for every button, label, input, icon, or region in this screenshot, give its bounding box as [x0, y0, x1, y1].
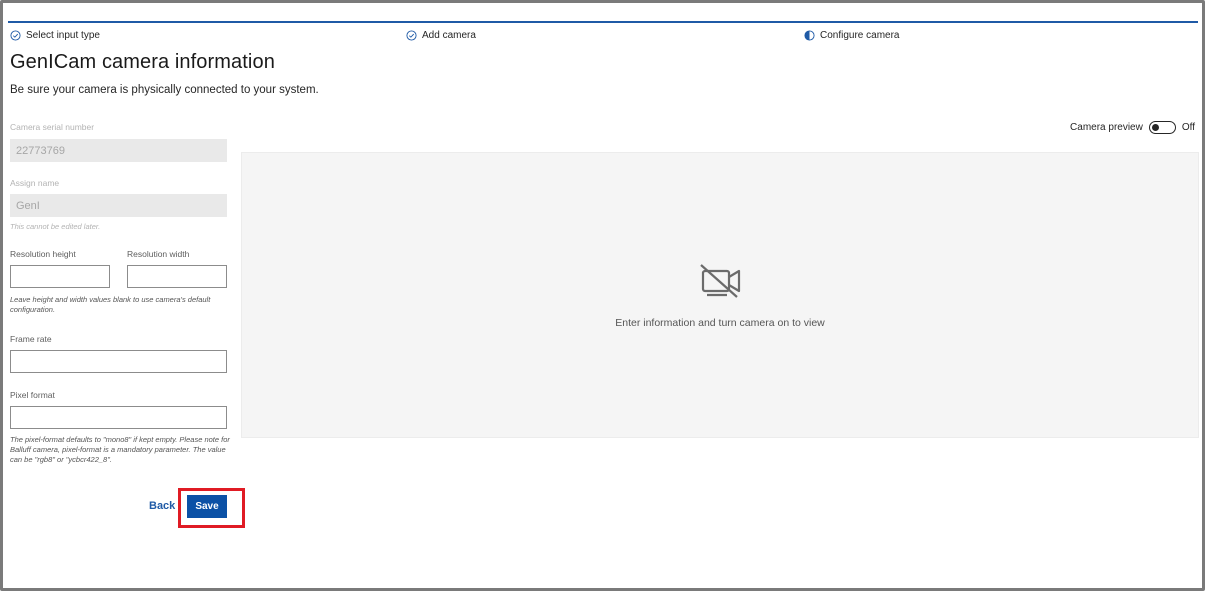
- step-label: Add camera: [422, 30, 476, 41]
- camera-preview-toggle[interactable]: [1148, 121, 1176, 134]
- check-circle-icon: [10, 30, 21, 41]
- serial-number-input: [10, 139, 227, 162]
- stepper-progress-line: [8, 21, 1198, 23]
- pixel-format-label: Pixel format: [10, 390, 55, 400]
- serial-number-label: Camera serial number: [10, 122, 95, 132]
- camera-preview-label: Camera preview: [1070, 122, 1143, 133]
- step-select-input-type[interactable]: Select input type: [10, 30, 100, 41]
- assign-name-label: Assign name: [10, 178, 60, 188]
- resolution-hint: Leave height and width values blank to u…: [10, 295, 211, 314]
- assign-name-input: [10, 194, 227, 217]
- save-button[interactable]: Save: [187, 495, 227, 518]
- step-label: Select input type: [26, 30, 100, 41]
- frame-rate-input[interactable]: [10, 350, 227, 373]
- resolution-height-input[interactable]: [10, 265, 110, 288]
- resolution-width-input[interactable]: [127, 265, 227, 288]
- preview-message: Enter information and turn camera on to …: [615, 317, 825, 329]
- pixel-format-hint: The pixel-format defaults to "mono8" if …: [10, 435, 230, 464]
- half-circle-icon: [804, 30, 815, 41]
- resolution-width-label: Resolution width: [127, 249, 190, 259]
- step-label: Configure camera: [820, 30, 900, 41]
- step-add-camera[interactable]: Add camera: [406, 30, 476, 41]
- camera-off-icon: [700, 264, 741, 298]
- back-link[interactable]: Back: [149, 500, 175, 512]
- toggle-knob: [1151, 123, 1159, 131]
- camera-preview-state: Off: [1181, 122, 1195, 133]
- resolution-height-label: Resolution height: [10, 249, 76, 259]
- camera-preview-control: Camera preview Off: [1070, 121, 1195, 134]
- frame-rate-label: Frame rate: [10, 334, 52, 344]
- page-subtitle: Be sure your camera is physically connec…: [10, 84, 319, 96]
- step-configure-camera[interactable]: Configure camera: [804, 30, 899, 41]
- page-title: GenICam camera information: [10, 51, 275, 73]
- camera-preview-panel: Enter information and turn camera on to …: [241, 152, 1199, 438]
- pixel-format-input[interactable]: [10, 406, 227, 429]
- check-circle-icon: [406, 30, 417, 41]
- assign-name-hint: This cannot be edited later.: [10, 222, 101, 231]
